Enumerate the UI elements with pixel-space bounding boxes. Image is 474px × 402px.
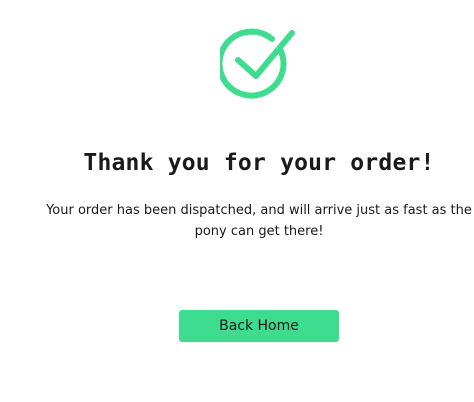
page-title: Thank you for your order! (83, 150, 435, 176)
confirmation-message: Your order has been dispatched, and will… (46, 203, 472, 239)
order-confirmation-page: Thank you for your order! Your order has… (0, 0, 474, 402)
checkmark-circle-icon (220, 28, 296, 100)
back-home-button[interactable]: Back Home (179, 310, 339, 342)
